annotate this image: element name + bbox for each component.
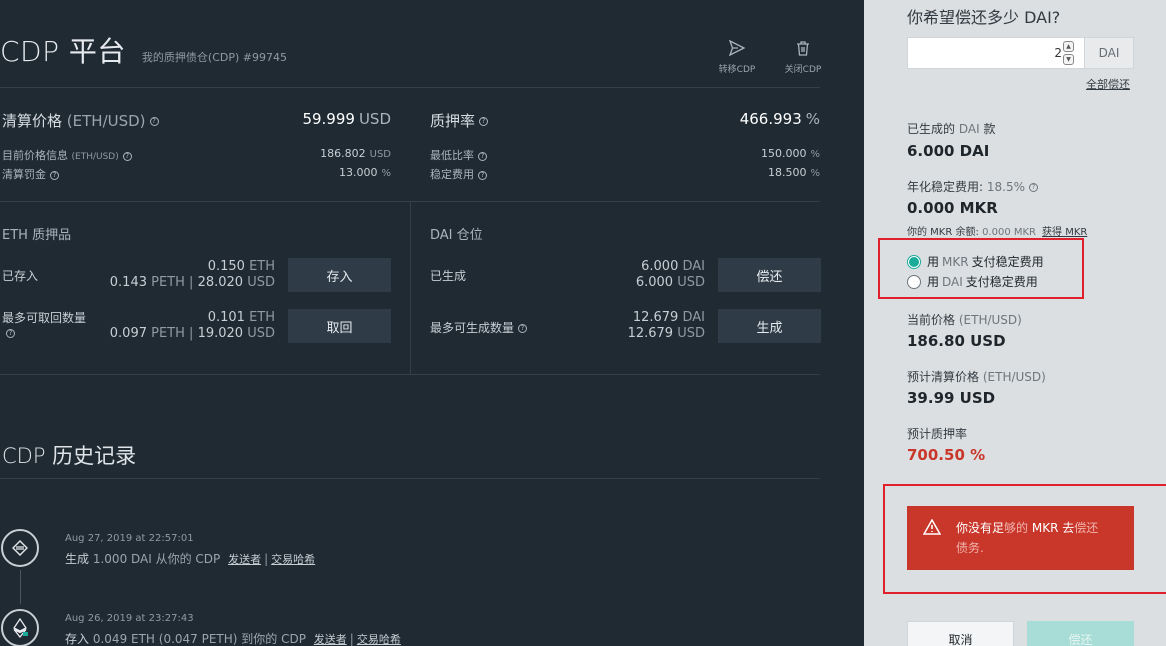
max-generate-values: 12.679 DAI 12.679 USD <box>627 310 705 341</box>
transfer-cdp-label: 转移CDP <box>718 65 756 75</box>
price-info-label: 目前价格信息 (ETH/USD)? <box>2 147 132 163</box>
sender-link[interactable]: 发送者 <box>314 633 347 646</box>
cdp-main-area: CDP 平台 我的质押债仓(CDP) #99745 转移CDP 关闭CDP 清算… <box>0 0 864 646</box>
amount-stepper: ▲ ▼ <box>1063 41 1074 67</box>
increment-button[interactable]: ▲ <box>1063 41 1074 52</box>
repay-button[interactable]: 偿还 <box>718 258 821 292</box>
repay-all-link[interactable]: 全部偿还 <box>1086 76 1130 92</box>
help-icon[interactable]: ? <box>479 117 489 126</box>
deposited-label: 已存入 <box>2 269 39 283</box>
confirm-repay-button[interactable]: 偿还 <box>1027 621 1134 646</box>
projected-liquidation-label: 预计清算价格 (ETH/USD) <box>907 370 1046 384</box>
generated-dai-label: 已生成的 DAI 款 <box>907 122 996 136</box>
deposited-values: 0.150 ETH 0.143 PETH | 28.020 USD <box>109 259 275 290</box>
send-icon <box>729 40 745 56</box>
pay-with-mkr-option[interactable]: 用 MKR 支付稳定费用 <box>907 253 1044 270</box>
radio-selected[interactable] <box>907 254 921 269</box>
dai-icon <box>1 529 39 567</box>
projected-liquidation-value: 39.99 USD <box>907 389 996 407</box>
repay-dai-panel: 你希望偿还多少 DAI? ▲ ▼ DAI 全部偿还 已生成的 DAI 款 6.0… <box>864 0 1166 646</box>
timeline-line <box>20 570 21 604</box>
radio-unselected[interactable] <box>907 274 921 289</box>
min-ratio-value: 150.000% <box>760 147 820 160</box>
history-entry: 生成 1.000 DAI 从你的 CDP 发送者 | 交易哈希 <box>65 552 316 566</box>
stability-fee-label: 稳定费用? <box>430 166 487 182</box>
help-icon[interactable]: ? <box>149 117 159 126</box>
max-withdraw-label: 最多可取回数量? <box>2 311 87 338</box>
amount-unit: DAI <box>1085 37 1134 69</box>
transfer-cdp-button[interactable]: 转移CDP <box>712 40 762 75</box>
history-date: Aug 27, 2019 at 22:57:01 <box>65 533 194 544</box>
help-icon[interactable]: ? <box>1029 183 1038 192</box>
help-icon[interactable]: ? <box>50 170 59 180</box>
close-cdp-button[interactable]: 关闭CDP <box>778 40 828 75</box>
liquidation-penalty-label: 清算罚金? <box>2 166 59 182</box>
current-price-value: 186.80 USD <box>907 332 1006 350</box>
generated-values: 6.000 DAI 6.000 USD <box>635 259 705 290</box>
collateral-ratio-label: 质押率? <box>430 110 489 131</box>
annual-fee-label: 年化稳定费用: 18.5%? <box>907 178 1038 195</box>
insufficient-mkr-warning: 你没有足够的 MKR 去偿还 债务. <box>907 506 1134 570</box>
help-icon[interactable]: ? <box>518 324 528 333</box>
cdp-id-subtitle: 我的质押债仓(CDP) #99745 <box>141 51 287 64</box>
trash-icon <box>797 41 809 56</box>
generated-label: 已生成 <box>430 269 467 283</box>
amount-field: ▲ ▼ <box>907 37 1085 69</box>
page-header: CDP 平台 我的质押债仓(CDP) #99745 <box>0 30 287 70</box>
price-info-value: 186.802 USD <box>320 147 391 160</box>
deposit-button[interactable]: 存入 <box>288 258 391 292</box>
divider <box>0 478 820 479</box>
dai-position-heading: DAI 仓位 <box>430 228 483 243</box>
close-cdp-label: 关闭CDP <box>784 65 822 75</box>
min-ratio-label: 最低比率? <box>430 147 487 163</box>
collateral-ratio-value: 466.993% <box>739 110 820 128</box>
projected-ratio-label: 预计质押率 <box>907 427 968 441</box>
max-generate-label: 最多可生成数量? <box>430 319 528 336</box>
sender-link[interactable]: 发送者 <box>228 553 261 566</box>
help-icon[interactable]: ? <box>478 151 487 161</box>
stability-fee-value: 18.500% <box>767 166 820 179</box>
withdraw-button[interactable]: 取回 <box>288 309 391 343</box>
tx-hash-link[interactable]: 交易哈希 <box>357 633 401 646</box>
get-mkr-link[interactable]: 获得 MKR <box>1042 227 1087 238</box>
pay-with-dai-option[interactable]: 用 DAI 支付稳定费用 <box>907 273 1038 290</box>
tx-hash-link[interactable]: 交易哈希 <box>271 553 315 566</box>
repay-amount-input[interactable] <box>908 38 1064 68</box>
current-price-label: 当前价格 (ETH/USD) <box>907 313 1022 327</box>
cdp-actions: 转移CDP 关闭CDP <box>712 40 828 75</box>
help-icon[interactable]: ? <box>122 151 132 161</box>
warning-icon <box>923 519 941 535</box>
help-icon[interactable]: ? <box>6 329 15 338</box>
history-date: Aug 26, 2019 at 23:27:43 <box>65 613 194 624</box>
generate-button[interactable]: 生成 <box>718 309 821 343</box>
help-icon[interactable]: ? <box>478 170 487 180</box>
divider <box>410 201 411 374</box>
page-title: CDP 平台 <box>0 35 126 68</box>
liquidation-price-label: 清算价格 (ETH/USD)? <box>2 110 159 131</box>
annual-fee-value: 0.000 MKR <box>907 199 998 217</box>
liquidation-price-value: 59.999 USD <box>302 110 391 128</box>
max-withdraw-values: 0.101 ETH 0.097 PETH | 19.020 USD <box>109 310 275 341</box>
projected-ratio-value: 700.50 % <box>907 446 986 464</box>
eth-collateral-heading: ETH 质押品 <box>2 228 72 243</box>
divider <box>0 374 820 375</box>
history-title: CDP 历史记录 <box>2 444 137 468</box>
decrement-button[interactable]: ▼ <box>1063 54 1074 65</box>
liquidation-penalty-value: 13.000% <box>338 166 391 179</box>
panel-title: 你希望偿还多少 DAI? <box>907 8 1061 27</box>
history-entry: 存入 0.049 ETH (0.047 PETH) 到你的 CDP 发送者 | 交易… <box>65 632 401 646</box>
generated-dai-value: 6.000 DAI <box>907 142 990 160</box>
eth-icon <box>1 609 39 646</box>
mkr-balance: 你的 MKR 余额: 0.000 MKR 获得 MKR <box>907 227 1088 238</box>
divider <box>0 87 820 88</box>
cancel-button[interactable]: 取消 <box>907 621 1014 646</box>
